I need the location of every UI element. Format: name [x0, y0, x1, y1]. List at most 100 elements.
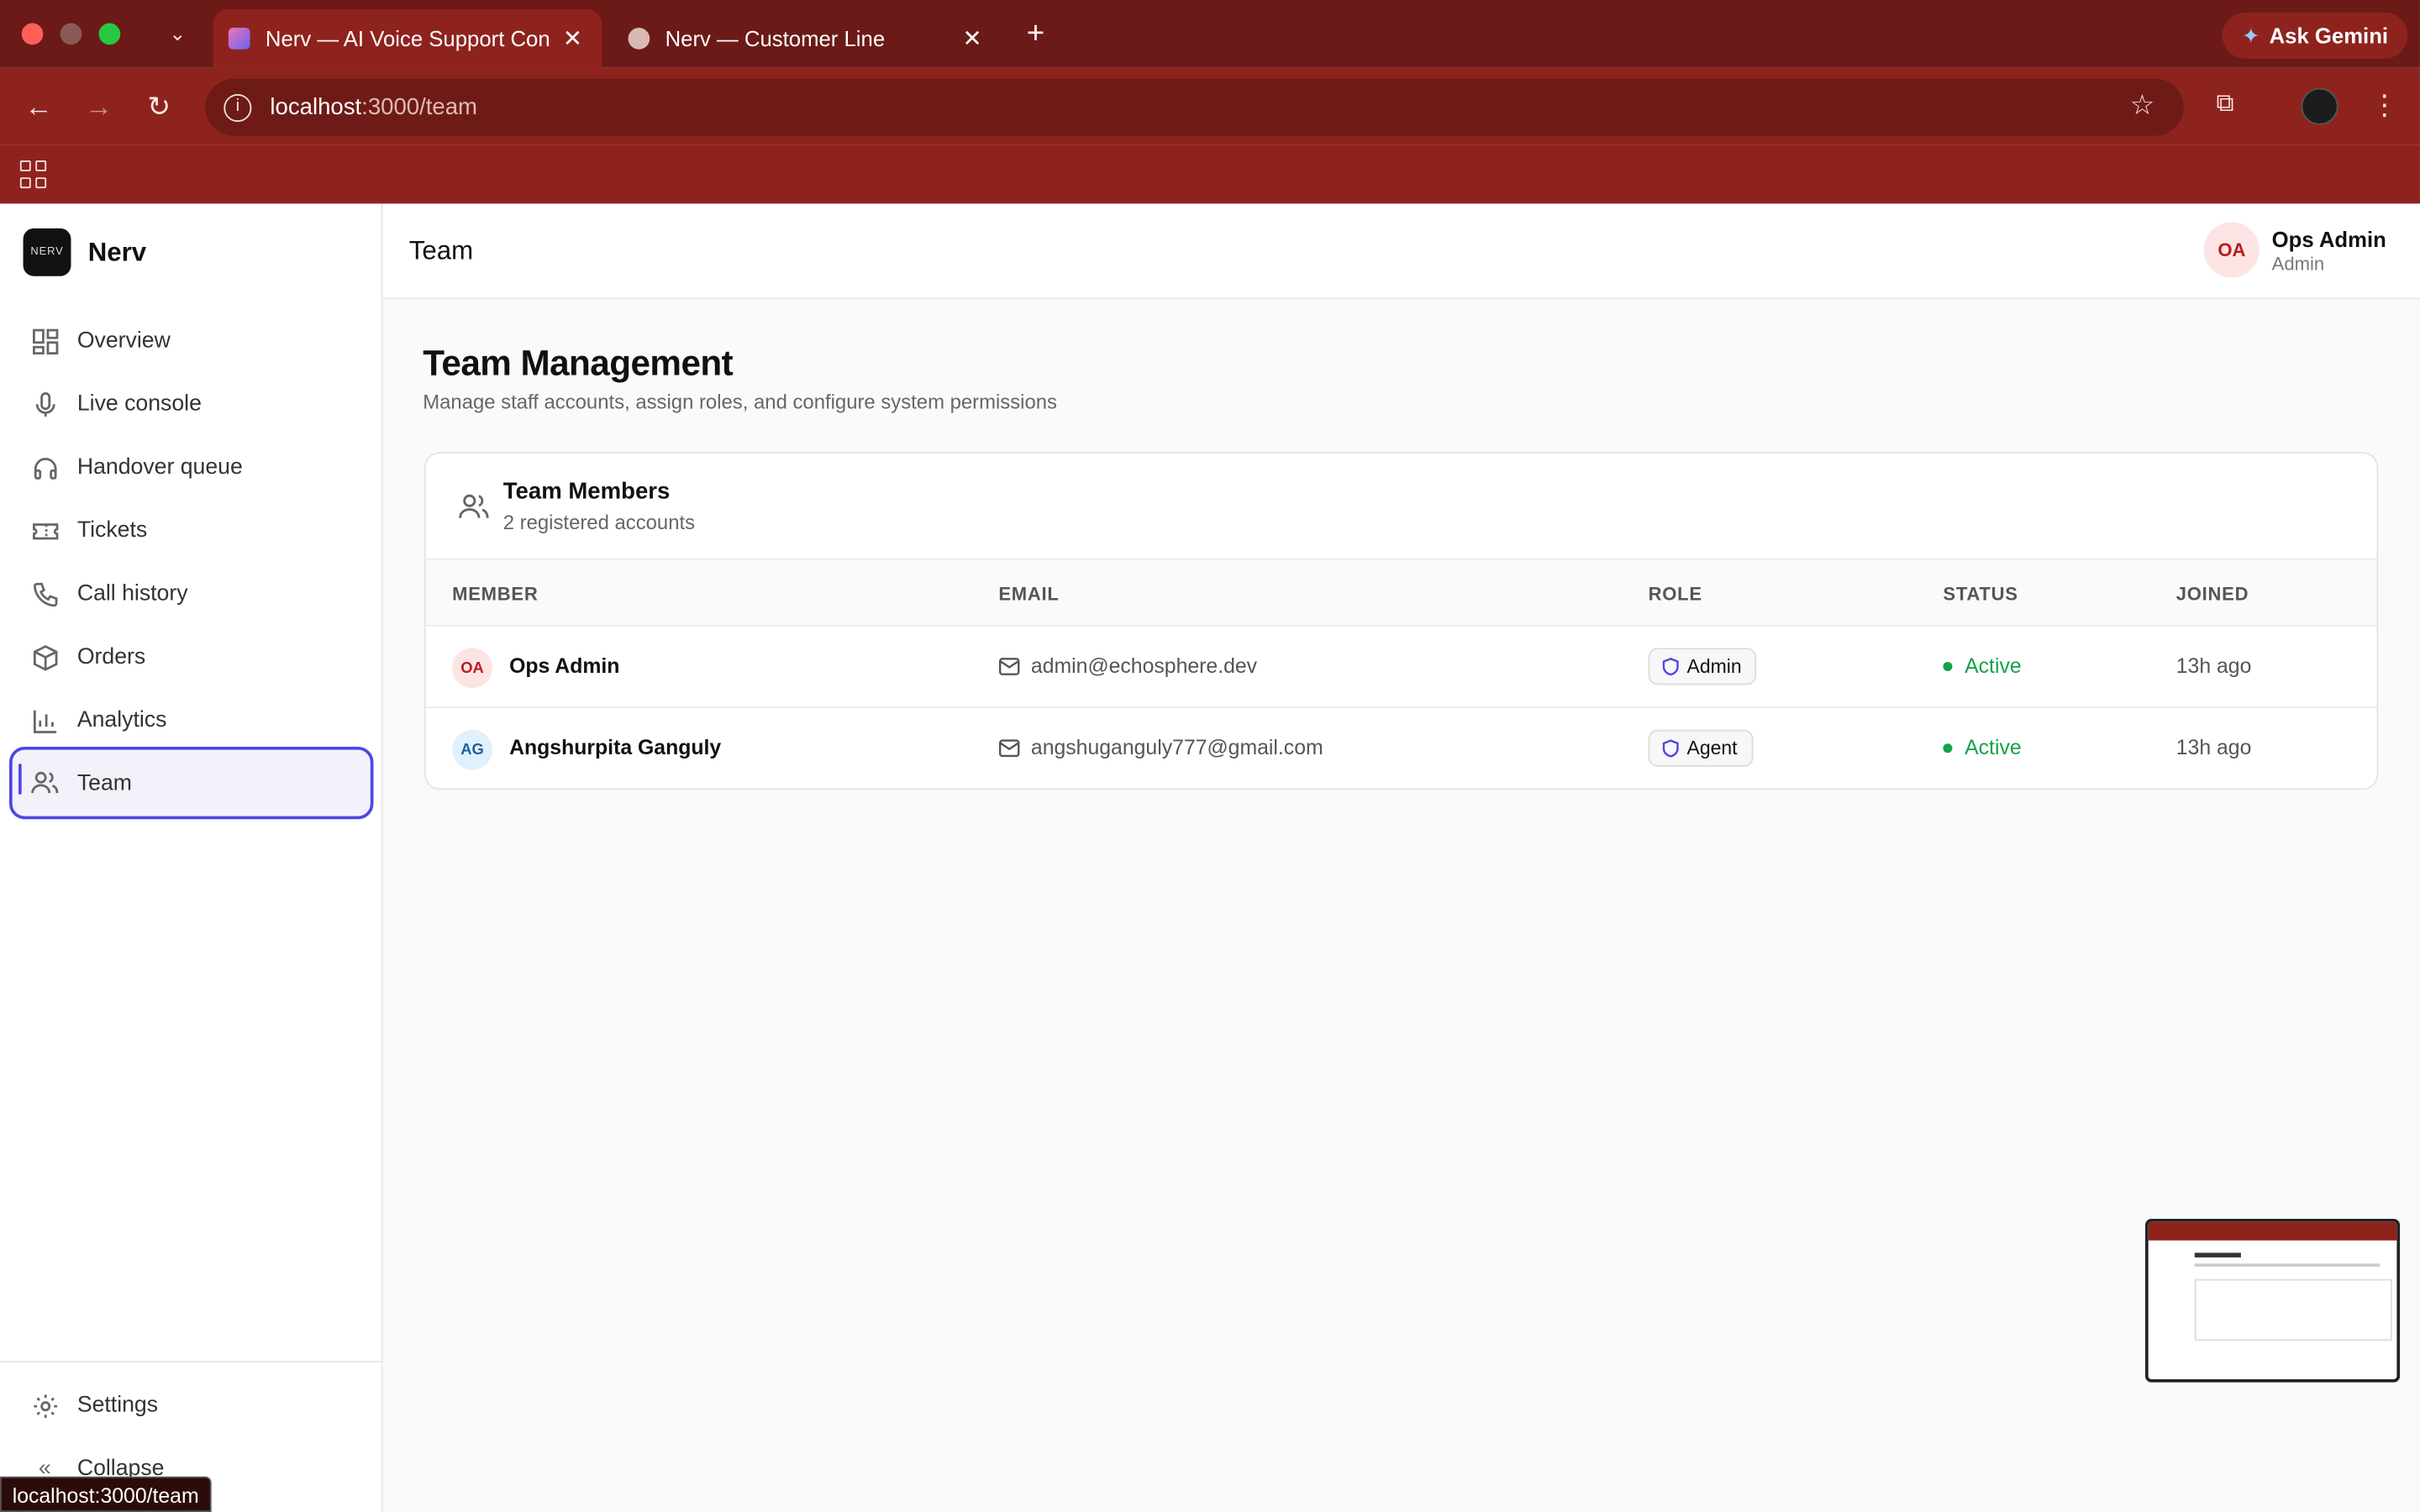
app-root: ⌄ Nerv — AI Voice Support Con ✕ Nerv — C… — [0, 0, 2420, 1512]
sidebar-item-label: Overview — [76, 328, 171, 354]
url-path: :3000/team — [361, 94, 478, 121]
sidebar: NERV Nerv Overview Live console Handover… — [0, 203, 383, 1512]
sidebar-item-live-console[interactable]: Live console — [9, 373, 373, 434]
member-email-text: angshuganguly777@gmail.com — [1030, 736, 1323, 759]
user-name[interactable]: Ops Admin — [2272, 227, 2386, 251]
joined-time: 13h ago — [2175, 654, 2252, 678]
status-label: Active — [1965, 736, 2022, 759]
ask-gemini-label: Ask Gemini — [2269, 23, 2389, 48]
user-role: Admin — [2271, 253, 2325, 275]
bookmark-star-icon[interactable]: ☆ — [2130, 90, 2155, 123]
card-subtitle: 2 registered accounts — [502, 510, 696, 534]
sidebar-item-settings[interactable]: Settings — [9, 1374, 373, 1436]
sidebar-item-label: Orders — [76, 644, 146, 670]
mail-icon — [998, 657, 1020, 675]
sidebar-item-label: Handover queue — [76, 454, 243, 480]
tab-close-icon[interactable]: ✕ — [559, 24, 587, 52]
sidebar-item-label: Tickets — [76, 518, 148, 543]
joined-time: 13h ago — [2175, 736, 2252, 759]
ask-gemini-button[interactable]: ✦ Ask Gemini — [2222, 12, 2408, 59]
maximize-window-button[interactable] — [98, 23, 121, 45]
status-label: Active — [1965, 654, 2022, 678]
team-members-card: Team Members 2 registered accounts MEMBE… — [424, 452, 2379, 790]
table-row[interactable]: OA Ops Admin admin@echosphere.dev Admin … — [425, 627, 2377, 709]
apps-grid-icon[interactable] — [19, 160, 48, 188]
users-icon — [458, 492, 489, 523]
column-header-role[interactable]: ROLE — [1649, 583, 1702, 605]
brand-logo: NERV — [23, 228, 71, 276]
bar-chart-icon — [31, 706, 59, 734]
url-host: localhost — [270, 94, 362, 121]
role-badge[interactable]: Admin — [1648, 648, 1757, 685]
sidebar-divider — [0, 1360, 381, 1362]
member-name: Angshurpita Ganguly — [509, 736, 722, 759]
column-header-member[interactable]: MEMBER — [452, 583, 538, 605]
breadcrumb: Team — [408, 236, 474, 265]
sidebar-item-team[interactable]: Team — [9, 746, 374, 820]
browser-tab[interactable]: Nerv — Customer Line ✕ — [613, 9, 1002, 68]
card-title: Team Members — [502, 478, 671, 505]
sidebar-item-analytics[interactable]: Analytics — [9, 690, 373, 751]
shield-icon — [1662, 739, 1679, 758]
link-status-url: localhost:3000/team — [0, 1476, 212, 1512]
member-email: angshuganguly777@gmail.com — [998, 736, 1323, 759]
browser-tab-active[interactable]: Nerv — AI Voice Support Con ✕ — [213, 9, 602, 68]
role-badge[interactable]: Agent — [1648, 729, 1753, 767]
tab-close-icon[interactable]: ✕ — [959, 24, 986, 52]
member-avatar: AG — [452, 729, 492, 770]
status-dot-icon — [1943, 743, 1953, 753]
gear-icon — [31, 1392, 59, 1420]
role-label: Agent — [1686, 737, 1738, 759]
status-badge: Active — [1943, 736, 2022, 759]
thumbnail-content — [2149, 1241, 2397, 1347]
forward-icon[interactable]: → — [82, 90, 115, 123]
profile-avatar[interactable] — [2301, 87, 2338, 125]
sidebar-item-overview[interactable]: Overview — [9, 310, 373, 371]
browser-tab-bar: ⌄ Nerv — AI Voice Support Con ✕ Nerv — C… — [0, 0, 2420, 68]
package-icon — [31, 643, 59, 671]
sidebar-item-orders[interactable]: Orders — [9, 627, 373, 688]
minimize-window-button[interactable] — [60, 23, 82, 45]
member-email-text: admin@echosphere.dev — [1030, 654, 1258, 678]
mic-icon — [31, 391, 59, 418]
window-thumbnail-preview[interactable] — [2145, 1218, 2401, 1383]
tab-title: Nerv — AI Voice Support Con — [265, 26, 550, 51]
page-title: Team Management — [423, 342, 734, 383]
shield-icon — [1662, 657, 1679, 676]
reload-icon[interactable]: ↻ — [142, 90, 176, 123]
site-info-icon[interactable]: i — [224, 93, 252, 122]
phone-icon — [31, 580, 59, 608]
table-row[interactable]: AG Angshurpita Ganguly angshuganguly777@… — [426, 708, 2377, 789]
role-label: Admin — [1686, 655, 1742, 678]
top-header: Team OA Ops Admin Admin — [382, 203, 2420, 300]
tab-title: Nerv — Customer Line — [665, 26, 886, 51]
table-header: MEMBER EMAIL ROLE STATUS JOINED — [425, 558, 2377, 627]
brand-name: Nerv — [87, 237, 147, 267]
sidebar-item-call-history[interactable]: Call history — [9, 563, 373, 624]
status-badge: Active — [1943, 654, 2022, 678]
column-header-email[interactable]: EMAIL — [998, 583, 1059, 605]
close-window-button[interactable] — [21, 23, 44, 45]
tab-favicon-icon — [228, 28, 250, 50]
page-subtitle: Manage staff accounts, assign roles, and… — [423, 390, 1057, 414]
tab-search-chevron-icon[interactable]: ⌄ — [164, 20, 192, 48]
address-bar[interactable]: i localhost:3000/team — [205, 78, 2184, 136]
gemini-sparkle-icon: ✦ — [2242, 22, 2260, 48]
mail-icon — [998, 738, 1020, 757]
back-icon[interactable]: ← — [22, 90, 55, 123]
sidebar-item-tickets[interactable]: Tickets — [9, 500, 373, 561]
column-header-joined[interactable]: JOINED — [2176, 583, 2249, 605]
column-header-status[interactable]: STATUS — [1943, 583, 2018, 605]
status-dot-icon — [1943, 661, 1953, 671]
ticket-icon — [31, 517, 59, 544]
member-name: Ops Admin — [509, 654, 620, 678]
new-tab-button[interactable]: + — [1018, 17, 1052, 50]
grid-icon — [31, 327, 59, 354]
thumbnail-toolbar — [2148, 1221, 2397, 1241]
sidebar-item-label: Settings — [76, 1393, 159, 1418]
avatar[interactable]: OA — [2203, 222, 2260, 278]
browser-menu-icon[interactable]: ⋮ — [2370, 90, 2398, 123]
sidebar-item-label: Live console — [76, 391, 202, 417]
sidebar-item-handover-queue[interactable]: Handover queue — [9, 437, 373, 498]
extensions-icon[interactable]: ⧉ — [2217, 91, 2248, 122]
